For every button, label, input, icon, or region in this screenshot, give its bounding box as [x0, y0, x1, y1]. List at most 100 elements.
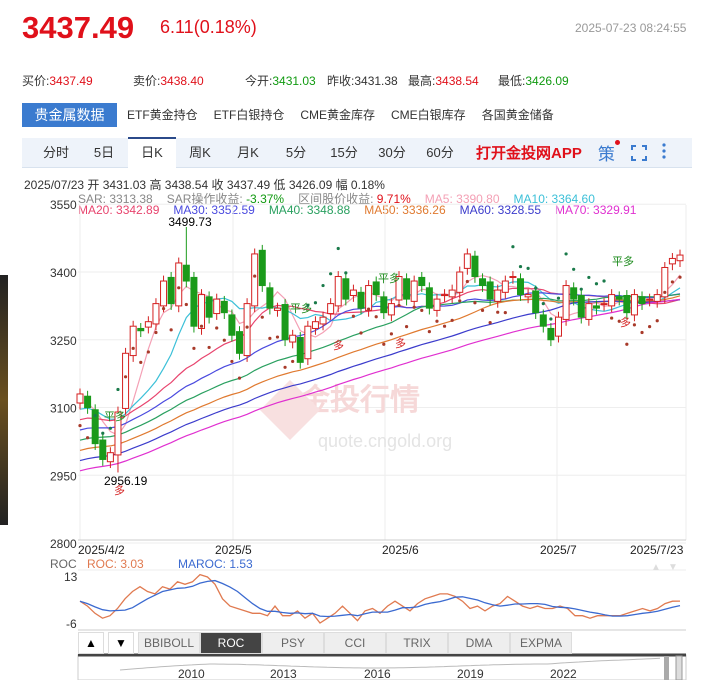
candle: [281, 304, 289, 341]
roc-label: ROC: [50, 557, 77, 571]
indicator-tab[interactable]: CCI: [324, 632, 386, 654]
indicator-tab[interactable]: PSY: [262, 632, 324, 654]
candle: [342, 278, 350, 300]
zoom-in-icon: ▲: [651, 562, 661, 573]
y-tick-label: 3400: [50, 266, 77, 280]
candle: [630, 294, 638, 316]
trade-signal: 多: [333, 338, 344, 352]
roc-tick: -6: [66, 617, 77, 631]
candle: [311, 321, 319, 329]
indicator-tab[interactable]: EXPMA: [510, 632, 572, 654]
candle: [106, 452, 114, 463]
sar-dot: [101, 431, 105, 435]
sar-dot: [245, 325, 249, 329]
indicator-tab[interactable]: BBIBOLL: [138, 632, 200, 654]
quote-value: 3426.09: [525, 74, 569, 88]
min-price-label: 2956.19: [104, 474, 148, 488]
sar-dot: [617, 319, 621, 323]
quote-item: 最高:3438.54: [408, 72, 479, 89]
sar-dot: [640, 330, 644, 335]
sar-dot: [199, 324, 204, 328]
candle: [463, 253, 471, 269]
kline-chart[interactable]: 3550 3400 3250 3100 2950 2800 2025/4/2 2025/5 20…: [0, 0, 715, 680]
scroll-down-button[interactable]: ▼: [108, 632, 134, 654]
candle: [615, 296, 623, 300]
candle: [486, 281, 494, 300]
indicator-tab[interactable]: TRIX: [386, 632, 448, 654]
sar-dot: [93, 414, 97, 418]
sar-dot: [313, 301, 318, 305]
sar-dot: [610, 316, 614, 320]
candle: [425, 287, 433, 309]
quote-item: 昨收:3431.38: [327, 72, 398, 89]
sar-dot: [108, 426, 112, 430]
sar-dot: [161, 306, 166, 311]
candle: [327, 303, 335, 315]
sar-dot: [85, 436, 90, 440]
candle: [235, 331, 243, 354]
candle: [84, 395, 92, 409]
trade-signal: 多: [620, 315, 631, 329]
sar-dot: [344, 271, 348, 275]
candle: [228, 314, 236, 336]
navigator-handle-left[interactable]: [664, 656, 669, 680]
candle: [144, 321, 152, 328]
sar-dot: [602, 279, 606, 283]
zoom-out-icon: ▼: [668, 562, 678, 573]
candle: [494, 289, 502, 302]
watermark-url: quote.cngold.org: [318, 431, 452, 451]
sar-dot: [397, 303, 401, 308]
sar-dot: [298, 338, 302, 342]
candle: [585, 303, 593, 320]
sar-dot: [458, 299, 462, 303]
sar-dot: [503, 311, 507, 315]
sar-dot: [123, 375, 128, 379]
candle: [129, 325, 137, 357]
candle: [99, 439, 107, 460]
navigator-handle-right[interactable]: [675, 655, 683, 680]
sar-dot: [564, 252, 568, 256]
sar-dot: [131, 346, 135, 350]
candle: [570, 287, 578, 300]
candle: [137, 327, 145, 332]
sar-dot: [678, 275, 682, 279]
sar-dot: [450, 318, 454, 322]
candle: [213, 298, 221, 315]
sar-dot: [518, 264, 523, 269]
sar-dot: [427, 330, 431, 334]
candle: [479, 278, 487, 287]
sar-dot: [177, 286, 181, 290]
sar-dot: [382, 342, 386, 346]
candle: [205, 296, 213, 318]
candle: [433, 298, 441, 311]
candle: [501, 280, 509, 293]
indicator-tab[interactable]: DMA: [448, 632, 510, 654]
sar-dot: [222, 338, 226, 342]
trade-signal: 平多: [104, 409, 126, 423]
sar-dot: [648, 325, 652, 329]
candle: [554, 316, 562, 337]
scroll-up-button[interactable]: ▲: [78, 632, 104, 654]
quote-item: 最低:3426.09: [498, 72, 569, 89]
trade-signal: 平多: [290, 301, 312, 315]
y-tick-label: 3100: [50, 402, 77, 416]
sar-dot: [511, 245, 515, 249]
indicator-tab[interactable]: ROC: [200, 632, 262, 654]
sar-dot: [359, 331, 363, 335]
candle: [122, 352, 130, 409]
candle: [198, 294, 206, 329]
x-tick-label: 2025/7: [540, 543, 577, 557]
candle: [319, 316, 327, 325]
candle: [152, 303, 160, 325]
candle: [266, 287, 274, 309]
x-tick-label: 2025/5: [215, 543, 252, 557]
sar-dot: [632, 323, 637, 327]
candle: [289, 334, 297, 343]
candle: [608, 294, 616, 307]
x-tick-label: 2025/7/23: [630, 543, 684, 557]
candle: [524, 294, 532, 298]
sar-dot: [420, 308, 424, 312]
quote-value: 3438.40: [160, 74, 204, 88]
candle: [387, 303, 395, 316]
candle: [349, 289, 357, 296]
